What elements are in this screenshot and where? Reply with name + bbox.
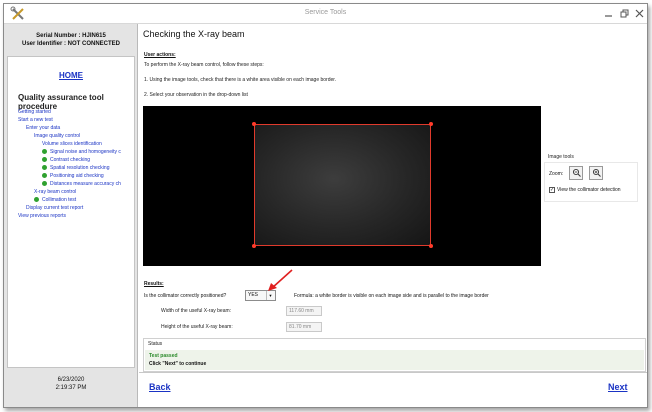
home-link[interactable]: HOME: [8, 71, 134, 80]
procedure-tree-item[interactable]: Enter your data: [26, 125, 60, 132]
procedure-tree-label: Spatial resolution checking: [50, 165, 110, 171]
minimize-icon[interactable]: [602, 7, 614, 19]
zoom-in-button[interactable]: [589, 166, 603, 180]
procedure-tree-label: View previous reports: [18, 213, 66, 219]
footer-nav: Back Next: [139, 372, 647, 407]
image-tools-box: Zoom: ✓ View the collimator detection: [544, 162, 638, 202]
xray-image-viewer[interactable]: [143, 106, 541, 266]
procedure-tree-item[interactable]: X-ray beam control: [34, 189, 76, 196]
image-tools-title: Image tools: [548, 154, 574, 160]
procedure-tree-item[interactable]: Display current test report: [26, 205, 83, 212]
zoom-label: Zoom:: [549, 171, 564, 177]
procedure-tree-item[interactable]: Image quality control: [34, 133, 80, 140]
procedure-tree-item[interactable]: Contrast checking: [42, 157, 90, 164]
beam-corner-marker: [429, 122, 433, 126]
page-title: Checking the X-ray beam: [143, 29, 245, 39]
collimator-answer-value: YES: [248, 292, 259, 298]
procedure-tree-label: Getting started: [18, 109, 51, 115]
step-2-text: 2. Select your observation in the drop-d…: [144, 92, 248, 98]
procedure-tree-label: Signal noise and homogeneity c: [50, 149, 121, 155]
procedure-tree-label: Volume slices identification: [42, 141, 102, 147]
date-time: 6/23/2020 2:19:37 PM: [4, 376, 138, 392]
status-message: Test passed Click "Next" to continue: [145, 350, 644, 370]
user-actions-heading: User actions:: [144, 52, 176, 58]
procedure-tree-item[interactable]: Collimation test: [34, 197, 76, 204]
main-content: Checking the X-ray beam User actions: To…: [139, 24, 647, 407]
beam-height-label: Height of the useful X-ray beam:: [161, 324, 233, 330]
status-instruction: Click "Next" to continue: [149, 361, 207, 367]
zoom-in-icon: [592, 168, 601, 179]
procedure-tree-label: Contrast checking: [50, 157, 91, 163]
completed-dot-icon: [42, 165, 47, 170]
view-collimator-label: View the collimator detection: [557, 187, 621, 193]
formula-text: Formula: a white border is visible on ea…: [294, 293, 489, 299]
beam-width-field: 117.60 mm: [286, 306, 322, 316]
chevron-down-icon: ▼: [266, 291, 274, 300]
view-collimator-checkbox[interactable]: ✓: [549, 187, 555, 193]
beam-width-label: Width of the useful X-ray beam:: [161, 308, 232, 314]
collimator-question: Is the collimator correctly positioned?: [144, 293, 227, 299]
beam-height-field: 81.70 mm: [286, 322, 322, 332]
completed-dot-icon: [42, 149, 47, 154]
procedure-tree-label: Distances measure accuracy ch: [50, 181, 121, 187]
status-box: Status Test passed Click "Next" to conti…: [143, 338, 646, 372]
completed-dot-icon: [34, 197, 39, 202]
zoom-out-icon: [572, 168, 581, 179]
procedure-tree-label: X-ray beam control: [34, 189, 77, 195]
red-arrow-annotation-icon: [268, 269, 293, 291]
completed-dot-icon: [42, 181, 47, 186]
procedure-tree-item[interactable]: Getting started: [18, 109, 51, 116]
window-title: Service Tools: [304, 9, 347, 16]
procedure-tree-item[interactable]: View previous reports: [18, 213, 66, 220]
procedure-panel: HOME Quality assurance tool procedure Ge…: [7, 56, 135, 368]
back-button[interactable]: Back: [149, 382, 171, 392]
intro-text: To perform the X-ray beam control, follo…: [144, 62, 264, 68]
procedure-tree-item[interactable]: Volume slices identification: [42, 141, 102, 148]
procedure-tree-item[interactable]: Spatial resolution checking: [42, 165, 109, 172]
next-button[interactable]: Next: [608, 382, 628, 392]
xray-beam-area: [252, 122, 433, 248]
procedure-tree-label: Collimation test: [42, 197, 77, 203]
image-tools: Image tools Zoom: ✓ View the collimator …: [544, 154, 644, 204]
procedure-tree-label: Positioning aid checking: [50, 173, 104, 179]
device-info: Serial Number : HJIN615 User Identifier …: [4, 32, 138, 48]
close-icon[interactable]: [633, 7, 645, 19]
beam-corner-marker: [252, 244, 256, 248]
procedure-tree-label: Display current test report: [26, 205, 84, 211]
step-1-text: 1. Using the image tools, check that the…: [144, 77, 337, 83]
procedure-tree-item[interactable]: Positioning aid checking: [42, 173, 104, 180]
procedure-tree-label: Enter your data: [26, 125, 61, 131]
restore-icon[interactable]: [618, 7, 630, 19]
sidebar: Serial Number : HJIN615 User Identifier …: [4, 24, 138, 407]
procedure-tree-item[interactable]: Signal noise and homogeneity c: [42, 149, 121, 156]
status-result: Test passed: [149, 353, 178, 359]
completed-dot-icon: [42, 157, 47, 162]
procedure-tree-item[interactable]: Distances measure accuracy ch: [42, 181, 121, 188]
procedure-tree-label: Image quality control: [34, 133, 81, 139]
service-tools-window: Service Tools Serial Number : HJIN615 Us…: [3, 3, 648, 408]
current-time: 2:19:37 PM: [55, 385, 87, 391]
completed-dot-icon: [42, 173, 47, 178]
zoom-out-button[interactable]: [569, 166, 583, 180]
beam-corner-marker: [429, 244, 433, 248]
procedure-tree-label: Start a new test: [18, 117, 53, 123]
serial-number: Serial Number : HJIN615: [36, 33, 106, 39]
current-date: 6/23/2020: [57, 377, 85, 383]
procedure-tree-item[interactable]: Start a new test: [18, 117, 53, 124]
results-heading: Results:: [144, 281, 164, 287]
beam-corner-marker: [252, 122, 256, 126]
title-bar: Service Tools: [4, 4, 647, 24]
status-heading: Status: [148, 341, 163, 347]
user-identifier: User Identifier : NOT CONNECTED: [21, 41, 120, 47]
